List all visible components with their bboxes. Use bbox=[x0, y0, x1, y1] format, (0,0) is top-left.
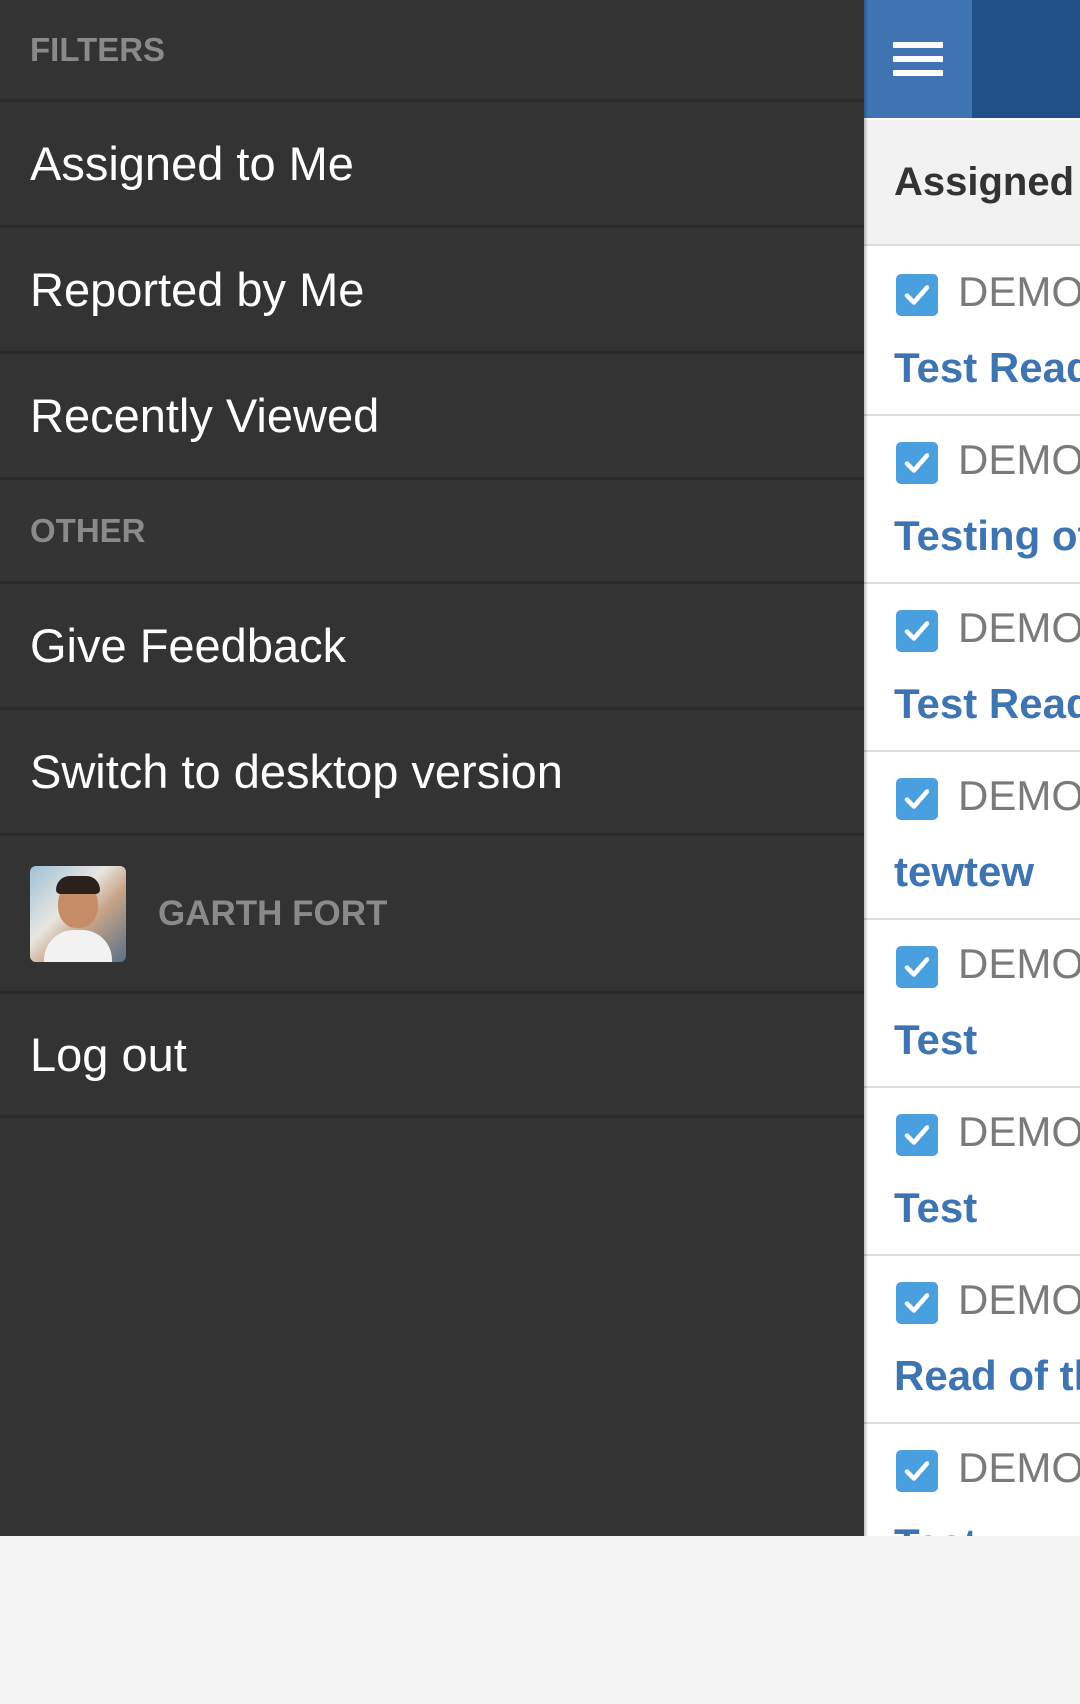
issue-summary-link[interactable]: Read of th bbox=[894, 1352, 1080, 1400]
checkbox-checked-icon bbox=[896, 1282, 938, 1324]
issue-key: DEMO- bbox=[958, 772, 1080, 819]
checkbox-checked-icon bbox=[896, 442, 938, 484]
top-app-bar bbox=[864, 0, 1080, 118]
logout-button[interactable]: Log out bbox=[0, 994, 864, 1118]
checkbox-checked-icon bbox=[896, 946, 938, 988]
issue-row[interactable]: DEMO- Test bbox=[864, 920, 1080, 1088]
issue-row[interactable]: DEMO- Test Read bbox=[864, 584, 1080, 752]
issue-row[interactable]: DEMO- Test Read bbox=[864, 248, 1080, 416]
issue-key: DEMO- bbox=[958, 268, 1080, 315]
avatar bbox=[30, 865, 126, 962]
hamburger-menu-button[interactable] bbox=[864, 0, 972, 118]
issue-key: DEMO- bbox=[958, 1108, 1080, 1155]
list-title: Assigned bbox=[864, 120, 1080, 246]
filters-section-header: FILTERS bbox=[0, 0, 864, 102]
issue-row[interactable]: DEMO- Test bbox=[864, 1424, 1080, 1536]
other-section-header: OTHER bbox=[0, 480, 864, 584]
bottom-blank-area bbox=[0, 1536, 1080, 1704]
app-viewport: FILTERS Assigned to Me Reported by Me Re… bbox=[0, 0, 1080, 1536]
drawer-item-switch-to-desktop[interactable]: Switch to desktop version bbox=[0, 710, 864, 836]
drawer-item-recently-viewed[interactable]: Recently Viewed bbox=[0, 354, 864, 480]
issue-key: DEMO- bbox=[958, 1444, 1080, 1491]
issue-summary-link[interactable]: Test Read bbox=[894, 344, 1080, 392]
issue-key: DEMO- bbox=[958, 940, 1080, 987]
checkbox-checked-icon bbox=[896, 274, 938, 316]
issue-list-panel: Assigned DEMO- Test Read DEMO- Testing o… bbox=[864, 0, 1080, 1536]
checkbox-checked-icon bbox=[896, 778, 938, 820]
issue-row[interactable]: DEMO- Test bbox=[864, 1088, 1080, 1256]
navigation-drawer: FILTERS Assigned to Me Reported by Me Re… bbox=[0, 0, 864, 1536]
issue-row[interactable]: DEMO- tewtew bbox=[864, 752, 1080, 920]
issue-key: DEMO- bbox=[958, 436, 1080, 483]
issue-summary-link[interactable]: Testing of bbox=[894, 512, 1080, 560]
issue-summary-link[interactable]: Test bbox=[894, 1520, 977, 1536]
user-name: GARTH FORT bbox=[158, 893, 388, 933]
issue-row[interactable]: DEMO- Testing of bbox=[864, 416, 1080, 584]
drawer-shadow bbox=[864, 0, 868, 1536]
hamburger-menu-icon bbox=[893, 34, 943, 84]
issue-summary-link[interactable]: Test bbox=[894, 1016, 977, 1064]
issue-summary-link[interactable]: Test bbox=[894, 1184, 977, 1232]
checkbox-checked-icon bbox=[896, 1450, 938, 1492]
drawer-item-give-feedback[interactable]: Give Feedback bbox=[0, 584, 864, 710]
issue-row[interactable]: DEMO- Read of th bbox=[864, 1256, 1080, 1424]
drawer-item-reported-by-me[interactable]: Reported by Me bbox=[0, 228, 864, 354]
issue-key: DEMO- bbox=[958, 604, 1080, 651]
user-profile-row[interactable]: GARTH FORT bbox=[0, 836, 864, 994]
drawer-item-assigned-to-me[interactable]: Assigned to Me bbox=[0, 102, 864, 228]
checkbox-checked-icon bbox=[896, 610, 938, 652]
issue-summary-link[interactable]: Test Read bbox=[894, 680, 1080, 728]
issue-summary-link[interactable]: tewtew bbox=[894, 848, 1034, 896]
checkbox-checked-icon bbox=[896, 1114, 938, 1156]
issue-key: DEMO- bbox=[958, 1276, 1080, 1323]
